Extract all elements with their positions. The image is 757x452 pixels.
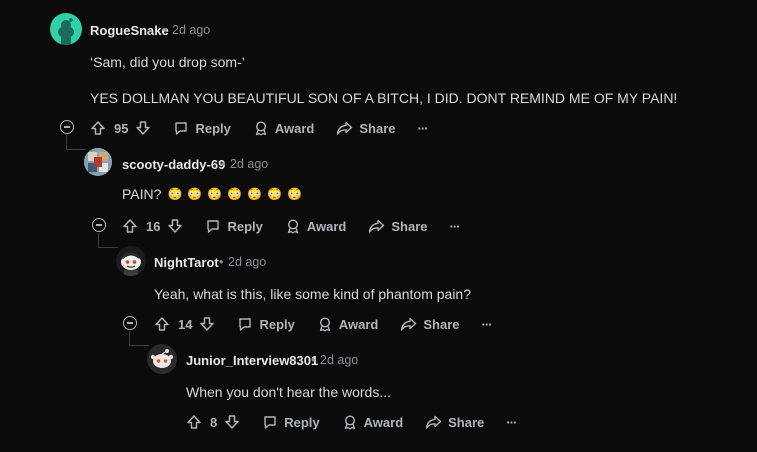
separator-dot: • [163, 23, 168, 37]
vote-count: 95 [114, 120, 129, 136]
share-button[interactable]: Share [336, 120, 396, 136]
share-icon [425, 414, 442, 430]
emoji: 😳 [267, 187, 283, 201]
award-button[interactable]: Award [317, 316, 379, 332]
award-label: Award [274, 120, 315, 136]
username[interactable]: NightTarot [154, 255, 219, 270]
more-options-icon[interactable]: ··· [418, 121, 429, 136]
share-icon [400, 316, 417, 332]
thread-line [98, 233, 99, 247]
reply-label: Reply [259, 316, 295, 332]
upvote-icon[interactable] [90, 120, 106, 136]
comment-text: Yeah, what is this, like some kind of ph… [154, 286, 472, 302]
timestamp[interactable]: 2d ago [320, 353, 358, 367]
thread-line [66, 135, 67, 149]
award-label: Award [338, 316, 379, 332]
thread-line [129, 331, 130, 345]
snoo-avatar-icon [58, 18, 74, 45]
reply-button[interactable]: Reply [173, 120, 231, 136]
emoji: 😳 [247, 187, 263, 201]
award-icon [317, 316, 333, 332]
share-button[interactable]: Share [368, 218, 428, 234]
username[interactable]: RogueSnake [90, 23, 169, 38]
separator-dot: • [311, 353, 316, 367]
vote-count: 8 [210, 414, 218, 430]
avatar[interactable] [50, 13, 82, 45]
reply-icon [237, 316, 253, 332]
upvote-icon[interactable] [122, 218, 138, 234]
more-options-icon[interactable]: ··· [450, 219, 461, 234]
downvote-icon[interactable] [135, 120, 151, 136]
collapse-thread-button[interactable] [92, 218, 106, 232]
share-button[interactable]: Share [425, 414, 484, 430]
more-options-icon[interactable]: ··· [482, 317, 493, 332]
reply-icon [205, 218, 221, 234]
comment-text: YES DOLLMAN YOU BEAUTIFUL SON OF A BITCH… [90, 90, 678, 106]
share-label: Share [423, 316, 460, 332]
avatar[interactable] [147, 344, 177, 374]
username[interactable]: scooty-daddy-69 [122, 157, 225, 172]
separator-dot: • [219, 255, 224, 269]
more-options-icon[interactable]: ··· [506, 415, 517, 430]
award-icon [342, 414, 358, 430]
timestamp[interactable]: 2d ago [228, 255, 266, 269]
share-icon [336, 120, 353, 136]
user-avatar-icon [84, 148, 112, 176]
reply-button[interactable]: Reply [205, 218, 263, 234]
timestamp[interactable]: 2d ago [230, 157, 268, 171]
upvote-icon[interactable] [186, 414, 202, 430]
thread-line [129, 345, 149, 346]
action-bar: 16 Reply Award Share ··· [122, 215, 461, 237]
share-label: Share [359, 120, 396, 136]
reply-label: Reply [195, 120, 231, 136]
reply-icon [262, 414, 278, 430]
award-button[interactable]: Award [342, 414, 404, 430]
award-icon [253, 120, 269, 136]
thread-line [98, 247, 118, 248]
avatar[interactable] [116, 246, 146, 276]
award-label: Award [363, 414, 404, 430]
award-button[interactable]: Award [285, 218, 347, 234]
separator-dot: • [221, 157, 226, 171]
downvote-icon[interactable] [224, 414, 240, 430]
downvote-icon[interactable] [167, 218, 183, 234]
snoo-avatar-icon [121, 252, 141, 276]
award-label: Award [306, 218, 347, 234]
emoji: 😳 [167, 187, 183, 201]
reply-button[interactable]: Reply [262, 414, 320, 430]
award-button[interactable]: Award [253, 120, 315, 136]
thread-line [66, 149, 86, 150]
username[interactable]: Junior_Interview8301 [186, 353, 318, 368]
collapse-thread-button[interactable] [60, 120, 74, 134]
share-icon [368, 218, 385, 234]
snoo-avatar-icon [150, 349, 174, 368]
action-bar: 95 Reply Award Share ··· [90, 117, 429, 139]
share-label: Share [448, 414, 485, 430]
award-icon [285, 218, 301, 234]
vote-count: 14 [178, 316, 193, 332]
emoji: 😳 [207, 187, 223, 201]
upvote-icon[interactable] [154, 316, 170, 332]
reply-label: Reply [227, 218, 263, 234]
vote-count: 16 [146, 218, 161, 234]
avatar[interactable] [84, 148, 112, 176]
action-bar: 8 Reply Award Share ··· [186, 411, 517, 433]
emoji: 😳 [227, 187, 243, 201]
downvote-icon[interactable] [199, 316, 215, 332]
comment-text-row: PAIN? 😳 😳 😳 😳 😳 😳 😳 [122, 186, 302, 202]
reply-icon [173, 120, 189, 136]
reply-label: Reply [284, 414, 320, 430]
timestamp[interactable]: 2d ago [172, 23, 210, 37]
action-bar: 14 Reply Award Share ··· [154, 313, 493, 335]
comment-text: PAIN? [122, 186, 162, 202]
share-button[interactable]: Share [400, 316, 460, 332]
emoji: 😳 [287, 187, 303, 201]
collapse-thread-button[interactable] [123, 316, 137, 330]
reply-button[interactable]: Reply [237, 316, 295, 332]
comment-text: ‘Sam, did you drop som-’ [90, 54, 245, 70]
comment-text: When you don't hear the words... [186, 384, 392, 400]
emoji: 😳 [187, 187, 203, 201]
share-label: Share [391, 218, 428, 234]
